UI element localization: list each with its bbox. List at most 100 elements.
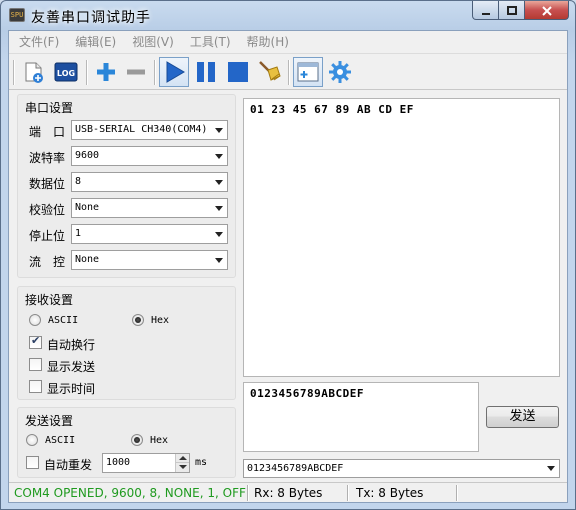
auto-newline-label: 自动换行 <box>47 338 96 352</box>
resend-interval-spinner[interactable]: 1000 <box>102 453 190 473</box>
status-bar: COM4 OPENED, 9600, 8, NONE, 1, OFF Rx: 8… <box>9 482 567 502</box>
clear-button[interactable] <box>255 57 285 87</box>
chevron-down-icon <box>215 258 223 263</box>
toolbar-separator <box>86 60 88 85</box>
send-history-value: 0123456789ABCDEF <box>247 463 344 474</box>
remove-button[interactable] <box>121 57 151 87</box>
close-icon <box>541 6 552 16</box>
flow-label: 流 控 <box>29 255 66 269</box>
baud-value: 9600 <box>75 150 100 161</box>
pause-button[interactable] <box>191 57 221 87</box>
toolbar: LOG <box>9 53 567 90</box>
auto-newline-checkbox[interactable] <box>29 334 42 349</box>
stopbits-select[interactable]: 1 <box>71 224 228 244</box>
menu-bar: 文件(F) 编辑(E) 视图(V) 工具(T) 帮助(H) <box>9 31 567 53</box>
show-send-checkbox[interactable] <box>29 358 42 371</box>
send-textarea[interactable]: 0123456789ABCDEF <box>243 382 479 452</box>
resend-interval-unit: ms <box>195 457 208 468</box>
stopbits-label: 停止位 <box>29 229 66 243</box>
add-button[interactable] <box>91 57 121 87</box>
toolbar-separator <box>13 60 15 85</box>
client-area: 文件(F) 编辑(E) 视图(V) 工具(T) 帮助(H) LOG 串口设置 端… <box>8 30 568 503</box>
receive-textarea[interactable]: 01 23 45 67 89 AB CD EF <box>243 98 560 377</box>
minimize-icon <box>481 13 490 15</box>
baud-select[interactable]: 9600 <box>71 146 228 166</box>
gear-icon <box>329 61 351 83</box>
flow-value: None <box>75 254 100 265</box>
pause-icon <box>197 62 215 82</box>
databits-select[interactable]: 8 <box>71 172 228 192</box>
flow-select[interactable]: None <box>71 250 228 270</box>
log-icon: LOG <box>54 62 78 82</box>
start-button[interactable] <box>159 57 189 87</box>
maximize-button[interactable] <box>499 1 525 20</box>
stop-icon <box>228 62 248 82</box>
parity-label: 校验位 <box>29 203 66 217</box>
serial-settings-panel: 串口设置 端 口 USB-SERIAL CH340(COM4) 波特率 9600… <box>17 94 236 278</box>
show-time-checkbox[interactable] <box>29 380 42 393</box>
add-icon <box>97 63 115 81</box>
resend-interval-value: 1000 <box>106 457 131 468</box>
spin-down-icon[interactable] <box>175 463 189 472</box>
menu-file[interactable]: 文件(F) <box>11 31 67 53</box>
chevron-down-icon <box>215 128 223 133</box>
receive-settings-header: 接收设置 <box>25 293 74 307</box>
port-status: COM4 OPENED, 9600, 8, NONE, 1, OFF <box>14 486 246 500</box>
new-file-icon <box>25 62 43 83</box>
send-hex-label: Hex <box>150 435 169 446</box>
close-button[interactable] <box>525 1 569 20</box>
main-window: SPU 友善串口调试助手 文件(F) 编辑(E) 视图(V) 工具(T) 帮助(… <box>0 0 576 510</box>
send-history-select[interactable]: 0123456789ABCDEF <box>243 459 560 478</box>
menu-view[interactable]: 视图(V) <box>124 31 182 53</box>
port-label: 端 口 <box>29 125 66 139</box>
minimize-button[interactable] <box>472 1 499 20</box>
status-divider <box>347 485 349 501</box>
new-file-button[interactable] <box>19 57 49 87</box>
databits-value: 8 <box>75 176 82 187</box>
send-hex-radio[interactable] <box>131 434 143 446</box>
receive-settings-panel: 接收设置 ASCII Hex 自动换行 显示发送 显示时间 <box>17 286 236 400</box>
baud-label: 波特率 <box>29 151 66 165</box>
remove-icon <box>127 69 145 75</box>
rx-count: Rx: 8 Bytes <box>254 486 323 500</box>
maximize-icon <box>506 6 517 15</box>
stop-button[interactable] <box>223 57 253 87</box>
title-bar[interactable]: SPU 友善串口调试助手 <box>1 1 575 29</box>
app-icon: SPU <box>9 8 25 22</box>
menu-help[interactable]: 帮助(H) <box>239 31 297 53</box>
serial-settings-header: 串口设置 <box>25 101 74 115</box>
chevron-down-icon <box>215 232 223 237</box>
toolbar-separator <box>288 60 290 85</box>
receive-hex-radio[interactable] <box>132 314 144 326</box>
menu-edit[interactable]: 编辑(E) <box>67 31 124 53</box>
databits-label: 数据位 <box>29 177 66 191</box>
log-icon-label: LOG <box>57 69 75 78</box>
menu-tools[interactable]: 工具(T) <box>182 31 239 53</box>
send-settings-header: 发送设置 <box>25 414 74 428</box>
toolbar-separator <box>154 60 156 85</box>
auto-resend-label: 自动重发 <box>44 458 93 472</box>
show-time-label: 显示时间 <box>47 382 96 396</box>
receive-ascii-radio[interactable] <box>29 314 41 326</box>
chevron-down-icon <box>547 466 555 471</box>
spin-up-icon[interactable] <box>175 454 189 463</box>
send-ascii-radio[interactable] <box>26 434 38 446</box>
send-settings-panel: 发送设置 ASCII Hex 自动重发 1000 ms <box>17 407 236 478</box>
chevron-down-icon <box>215 206 223 211</box>
chevron-down-icon <box>215 180 223 185</box>
parity-value: None <box>75 202 100 213</box>
window-title: 友善串口调试助手 <box>31 10 151 26</box>
play-icon <box>166 61 185 83</box>
broom-icon <box>259 61 281 81</box>
status-divider <box>456 485 458 501</box>
log-button[interactable]: LOG <box>51 57 81 87</box>
parity-select[interactable]: None <box>71 198 228 218</box>
send-button[interactable]: 发送 <box>486 406 559 428</box>
add-window-button[interactable] <box>293 57 323 87</box>
port-select[interactable]: USB-SERIAL CH340(COM4) <box>71 120 228 140</box>
send-ascii-label: ASCII <box>45 435 76 446</box>
auto-resend-checkbox[interactable] <box>26 456 39 469</box>
settings-button[interactable] <box>325 57 355 87</box>
receive-ascii-label: ASCII <box>48 315 79 326</box>
add-window-icon <box>297 62 319 82</box>
